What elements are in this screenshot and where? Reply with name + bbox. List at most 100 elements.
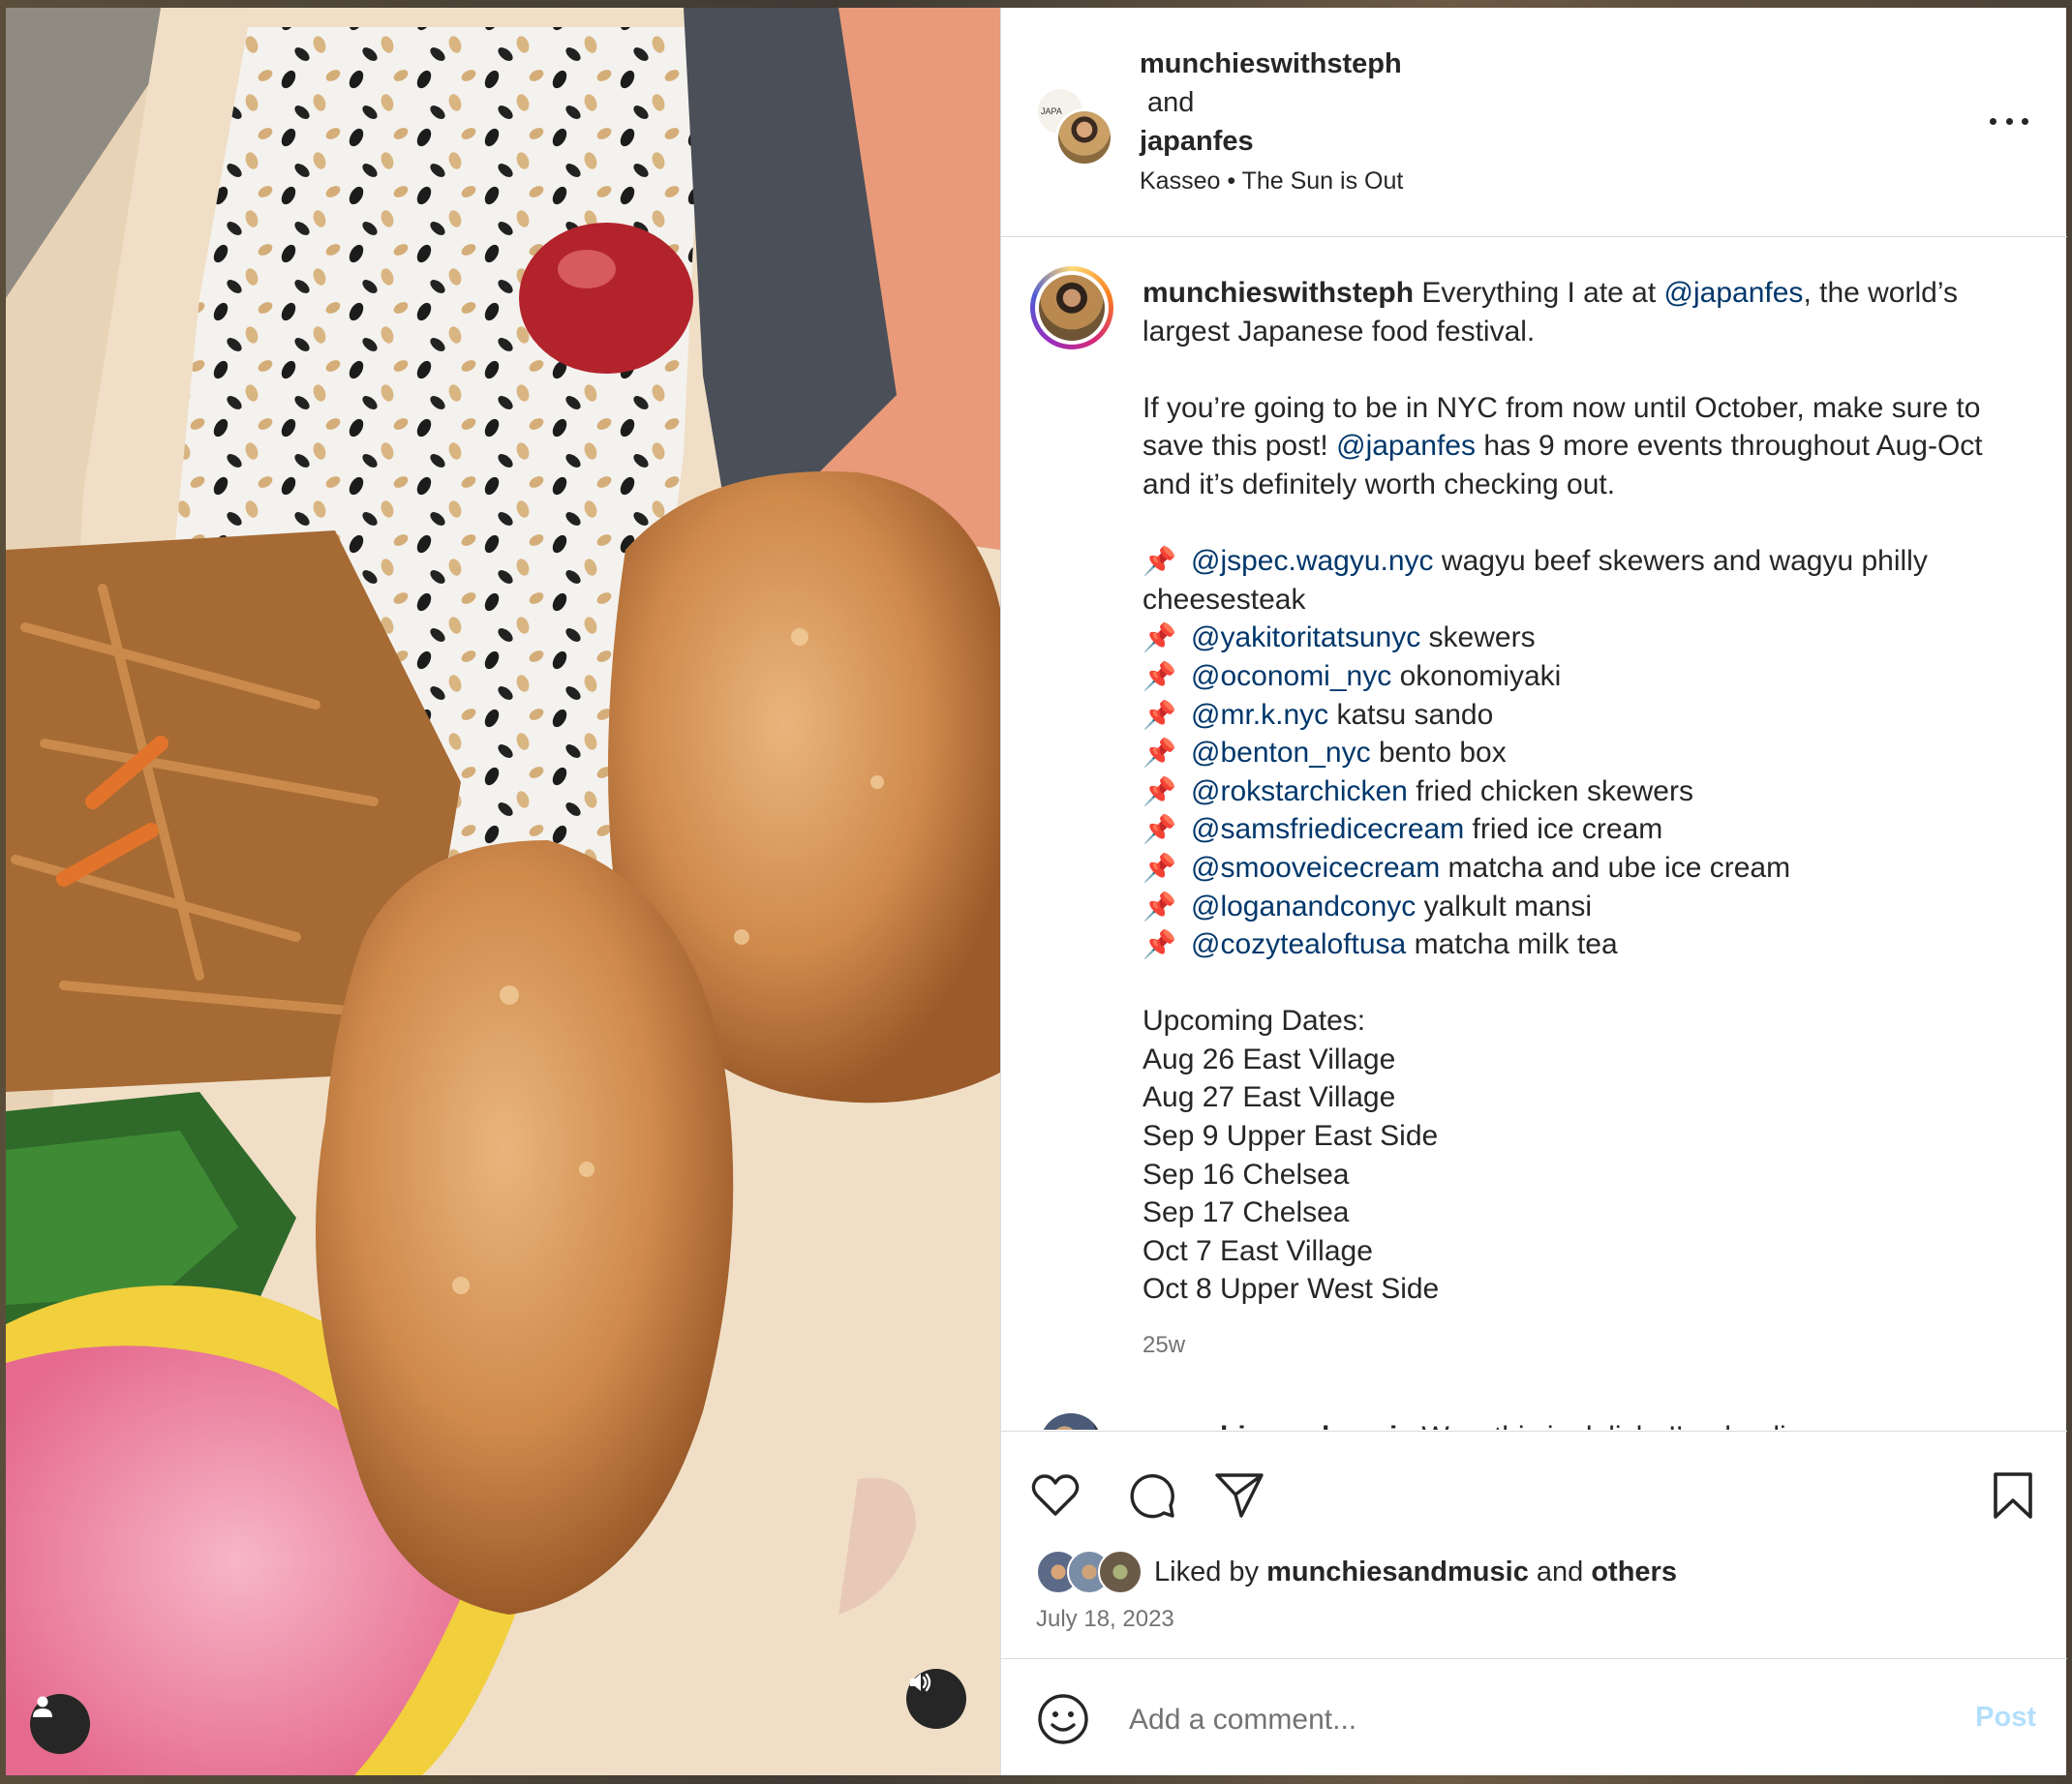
mention-link[interactable]: @samsfriedicecream <box>1191 813 1464 845</box>
post-modal: JAPA munchieswithsteph and japanfes Kass… <box>6 8 2067 1775</box>
dates-title: Upcoming Dates: <box>1143 1005 1366 1038</box>
and-label: and <box>1147 87 1195 118</box>
collab-names: munchieswithsteph and japanfes <box>1140 45 1402 161</box>
likes-others-link[interactable]: others <box>1591 1557 1677 1588</box>
vendor-list-item: 📌 @rokstarchicken fried chicken skewers <box>1143 772 1995 811</box>
liker-avatar <box>1098 1550 1143 1594</box>
mention-link[interactable]: @loganandconyc <box>1191 891 1416 922</box>
smiley-icon <box>1038 1694 1088 1744</box>
mention-link[interactable]: @benton_nyc <box>1191 737 1371 769</box>
vendor-description: fried ice cream <box>1472 813 1663 846</box>
dot-icon <box>1990 117 1996 125</box>
comments-scroll-area[interactable]: munchieswithsteph Everything I ate at @j… <box>1001 237 2067 1430</box>
pushpin-icon: 📌 <box>1143 814 1176 845</box>
vendor-list-item: 📌 @cozytealoftusa matcha milk tea <box>1143 925 1995 964</box>
vendor-description: yalkult mansi <box>1423 890 1593 922</box>
vendor-list-item: 📌 @benton_nyc bento box <box>1143 734 1995 772</box>
post-details-panel: JAPA munchieswithsteph and japanfes Kass… <box>1000 8 2067 1775</box>
vendor-list-item: 📌 @loganandconyc yalkult mansi <box>1143 888 1995 926</box>
pushpin-icon: 📌 <box>1143 546 1176 577</box>
vendor-list-item: 📌 @samsfriedicecream fried ice cream <box>1143 810 1995 849</box>
bento-photo <box>6 8 1000 1775</box>
pushpin-icon: 📌 <box>1143 738 1176 769</box>
heart-icon <box>1031 1474 1080 1516</box>
post-actions: Liked by munchiesandmusic and others Jul… <box>1001 1431 2067 1776</box>
pushpin-icon: 📌 <box>1143 852 1176 883</box>
pushpin-icon: 📌 <box>1143 891 1176 922</box>
liker-username-link[interactable]: munchiesandmusic <box>1266 1557 1529 1588</box>
comment-input[interactable] <box>1127 1696 1905 1744</box>
person-icon <box>33 1696 52 1717</box>
mention-link[interactable]: @oconomi_nyc <box>1191 660 1391 692</box>
caption-username-link[interactable]: munchieswithsteph <box>1143 277 1414 309</box>
vendor-description: bento box <box>1378 737 1507 770</box>
post-media[interactable] <box>6 8 1000 1775</box>
bookmark-icon <box>1994 1472 2032 1519</box>
likers-avatars[interactable] <box>1036 1550 1144 1594</box>
audio-attribution-link[interactable]: Kasseo • The Sun is Out <box>1140 167 1403 196</box>
pushpin-icon: 📌 <box>1143 929 1176 960</box>
comment-item: munchiesandmusic Wow this is delish, I’m… <box>1040 1413 2008 1430</box>
vendor-list-item: 📌 @mr.k.nyc katsu sando <box>1143 696 1995 735</box>
post-comment-button[interactable]: Post <box>1975 1702 2036 1734</box>
dates-list: Aug 26 East Village Aug 27 East Village Se… <box>1143 1041 1995 1309</box>
date-list-item: Oct 8 Upper West Side <box>1143 1273 1440 1306</box>
comment-button[interactable] <box>1125 1468 1179 1523</box>
mention-link[interactable]: @japanfes <box>1664 277 1804 309</box>
date-list-item: Sep 16 Chelsea <box>1143 1158 1350 1191</box>
vendor-description: matcha and ube ice cream <box>1447 851 1791 884</box>
save-button[interactable] <box>1986 1468 2040 1523</box>
munchieswithsteph-avatar[interactable] <box>1055 108 1113 166</box>
vendor-description: okonomiyaki <box>1399 659 1562 692</box>
post-caption: munchieswithsteph Everything I ate at @j… <box>1143 274 1995 1365</box>
dot-icon <box>2005 117 2013 125</box>
pushpin-icon: 📌 <box>1143 775 1176 806</box>
comment-icon <box>1130 1473 1174 1519</box>
pushpin-icon: 📌 <box>1143 660 1176 691</box>
vendor-description: matcha milk tea <box>1414 928 1618 961</box>
paper-plane-icon <box>1215 1473 1264 1518</box>
vendor-description: katsu sando <box>1336 698 1494 731</box>
like-button[interactable] <box>1028 1468 1082 1523</box>
commenter-avatar[interactable] <box>1040 1413 1102 1430</box>
post-header: JAPA munchieswithsteph and japanfes Kass… <box>1001 8 2067 237</box>
emoji-picker-button[interactable] <box>1036 1692 1090 1746</box>
vendor-list-item: 📌 @yakitoritatsunyc skewers <box>1143 619 1995 657</box>
mention-link[interactable]: @japanfes <box>1336 430 1476 462</box>
date-list-item: Sep 17 Chelsea <box>1143 1196 1350 1229</box>
vendor-list: 📌 @jspec.wagyu.nyc wagyu beef skewers and… <box>1143 542 1995 964</box>
vendor-list-item: 📌 @jspec.wagyu.nyc wagyu beef skewers and… <box>1143 542 1995 619</box>
date-list-item: Aug 27 East Village <box>1143 1081 1396 1114</box>
post-date[interactable]: July 18, 2023 <box>1036 1606 1174 1633</box>
vendor-description: fried chicken skewers <box>1416 774 1693 807</box>
collaborator-username-link[interactable]: japanfes <box>1140 122 1402 161</box>
caption-author-avatar[interactable] <box>1030 266 1113 349</box>
mention-link[interactable]: @jspec.wagyu.nyc <box>1191 545 1434 577</box>
commenter-username-link[interactable]: munchiesandmusic <box>1143 1421 1414 1430</box>
mention-link[interactable]: @smooveicecream <box>1191 852 1440 884</box>
date-list-item: Sep 9 Upper East Side <box>1143 1120 1439 1153</box>
audio-toggle-button[interactable] <box>906 1669 966 1729</box>
pushpin-icon: 📌 <box>1143 699 1176 730</box>
add-comment-bar: Post <box>1001 1658 2067 1777</box>
liked-by: Liked by munchiesandmusic and others <box>1036 1548 1677 1596</box>
vendor-list-item: 📌 @smooveicecream matcha and ube ice crea… <box>1143 849 1995 888</box>
share-button[interactable] <box>1212 1468 1266 1523</box>
speaker-icon <box>910 1673 931 1692</box>
comment-text: Wow this is delish, I’m drooling <box>1421 1421 1818 1430</box>
collab-avatars[interactable]: JAPA <box>1036 87 1113 166</box>
mention-link[interactable]: @cozytealoftusa <box>1191 928 1406 960</box>
pushpin-icon: 📌 <box>1143 622 1176 653</box>
date-list-item: Aug 26 East Village <box>1143 1043 1396 1075</box>
mention-link[interactable]: @mr.k.nyc <box>1191 699 1328 731</box>
caption-text: Everything I ate at <box>1421 277 1657 309</box>
date-list-item: Oct 7 East Village <box>1143 1234 1373 1267</box>
mention-link[interactable]: @yakitoritatsunyc <box>1191 621 1420 653</box>
more-options-button[interactable] <box>1990 109 2028 133</box>
tagged-users-button[interactable] <box>30 1694 90 1754</box>
dot-icon <box>2022 117 2028 125</box>
post-time-ago[interactable]: 25w <box>1143 1326 1995 1365</box>
mention-link[interactable]: @rokstarchicken <box>1191 775 1408 807</box>
author-username-link[interactable]: munchieswithsteph <box>1140 45 1402 83</box>
vendor-list-item: 📌 @oconomi_nyc okonomiyaki <box>1143 657 1995 696</box>
